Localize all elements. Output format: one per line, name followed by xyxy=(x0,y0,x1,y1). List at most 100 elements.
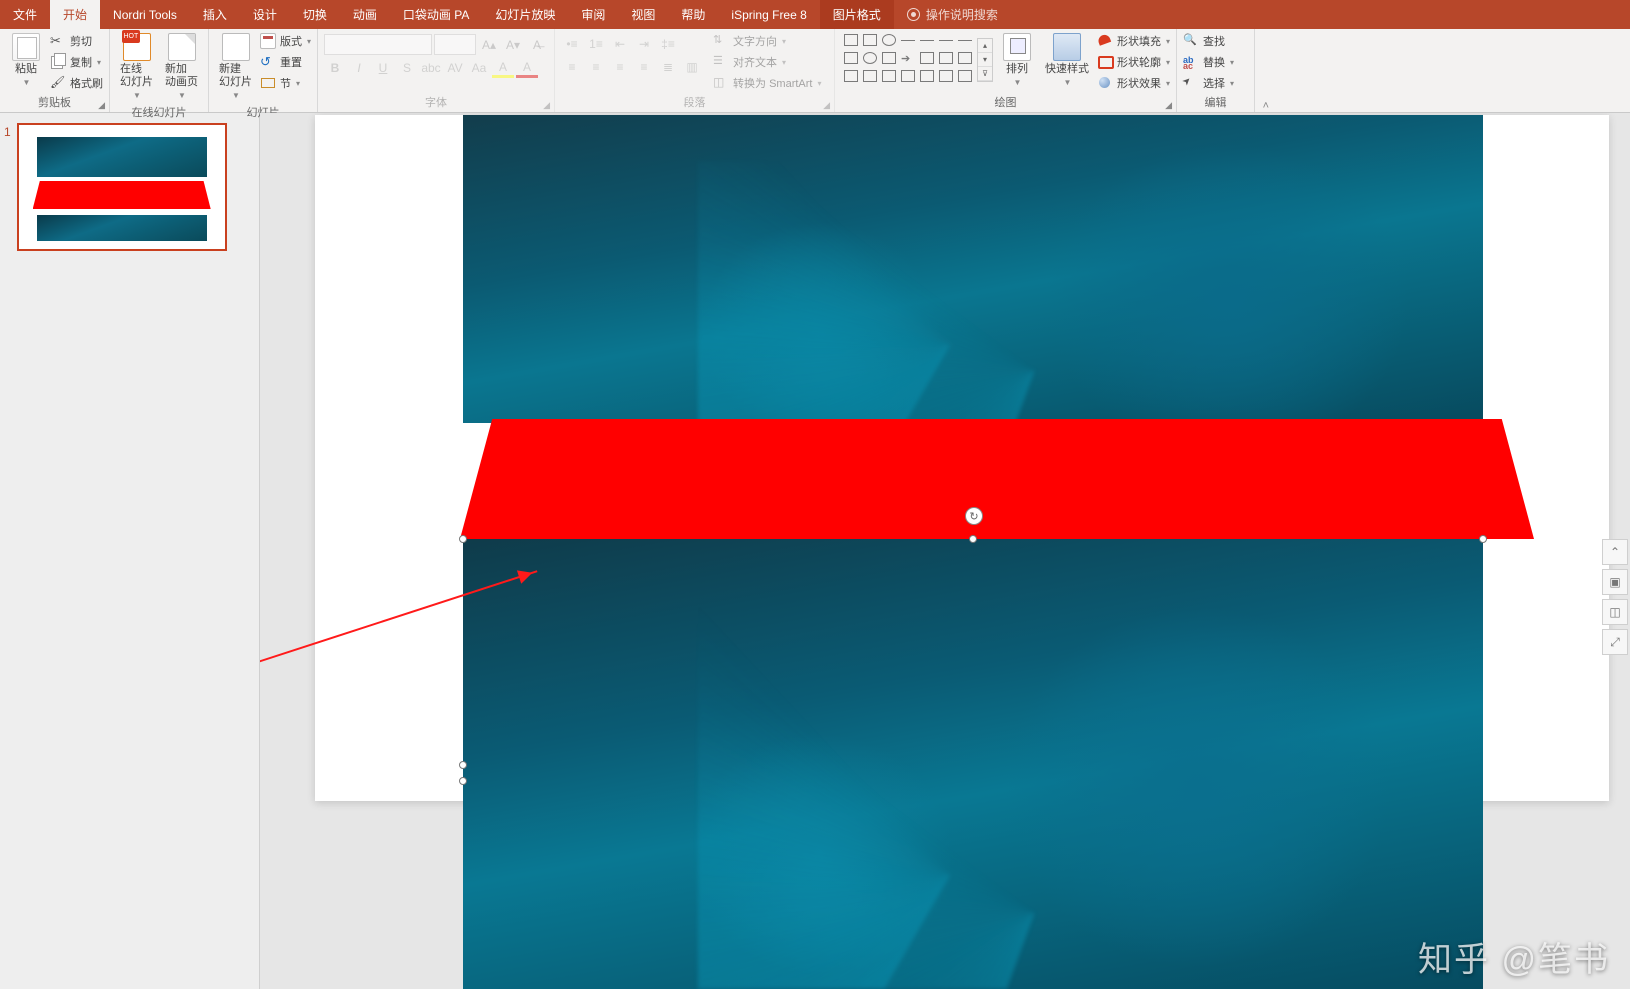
dialog-launcher-icon[interactable]: ◢ xyxy=(543,100,550,111)
slide-thumbnail-1[interactable] xyxy=(17,123,227,251)
arrange-button[interactable]: 排列▼ xyxy=(997,31,1037,91)
layout-button[interactable]: 版式▾ xyxy=(260,31,311,51)
layout-label: 版式 xyxy=(280,33,302,49)
new-comment-button[interactable]: ⤢ xyxy=(1602,629,1628,655)
tab-view[interactable]: 视图 xyxy=(618,0,668,29)
lightbulb-icon xyxy=(907,8,920,21)
group-font: A▴ A▾ A̶ B I U S abc AV Aa A A 字体◢ xyxy=(318,29,555,112)
strikethrough-button[interactable]: S xyxy=(396,58,418,78)
selection-handle-nw[interactable] xyxy=(459,535,467,543)
section-button[interactable]: 节▾ xyxy=(260,73,311,93)
reset-button[interactable]: 重置 xyxy=(260,52,311,72)
dialog-launcher-icon[interactable]: ◢ xyxy=(1165,100,1172,111)
tab-review[interactable]: 审阅 xyxy=(568,0,618,29)
layout-options-button[interactable]: ⌃ xyxy=(1602,539,1628,565)
select-label: 选择 xyxy=(1203,75,1225,91)
font-name-combo[interactable] xyxy=(324,34,432,55)
rotation-handle[interactable]: ↻ xyxy=(965,507,983,525)
dialog-launcher-icon[interactable]: ◢ xyxy=(823,100,830,111)
bold-button[interactable]: B xyxy=(324,58,346,78)
selection-handle-ne[interactable] xyxy=(1479,535,1487,543)
increase-indent-button[interactable]: ⇥ xyxy=(633,34,655,54)
find-button[interactable]: 查找 xyxy=(1183,31,1234,51)
align-left-button[interactable]: ≡ xyxy=(561,57,583,77)
clear-formatting-button[interactable]: A̶ xyxy=(526,34,548,55)
font-size-combo[interactable] xyxy=(434,34,476,55)
tab-design[interactable]: 设计 xyxy=(240,0,290,29)
new-slide-button[interactable]: 新建 幻灯片▼ xyxy=(215,31,256,104)
selection-handle-w[interactable] xyxy=(459,761,467,769)
tab-help[interactable]: 帮助 xyxy=(668,0,718,29)
crop-button[interactable]: ▣ xyxy=(1602,569,1628,595)
shape-outline-button[interactable]: 形状轮廓▾ xyxy=(1097,52,1170,72)
shape-fill-button[interactable]: 形状填充▾ xyxy=(1097,31,1170,51)
text-shadow-button[interactable]: abc xyxy=(420,58,442,78)
chevron-down-icon: ▼ xyxy=(133,89,141,102)
tab-animations[interactable]: 动画 xyxy=(340,0,390,29)
tab-slideshow[interactable]: 幻灯片放映 xyxy=(482,0,568,29)
slide-image-top[interactable] xyxy=(463,115,1483,423)
shapes-gallery-scroll[interactable]: ▴▾⊽ xyxy=(977,38,993,82)
tell-me-search[interactable]: 操作说明搜索 xyxy=(894,0,1011,29)
tab-home[interactable]: 开始 xyxy=(50,0,100,29)
quick-styles-button[interactable]: 快速样式▼ xyxy=(1041,31,1093,91)
cut-button[interactable]: 剪切 xyxy=(50,31,103,51)
tab-insert[interactable]: 插入 xyxy=(190,0,240,29)
numbering-button[interactable]: 1≡ xyxy=(585,34,607,54)
font-color-button[interactable]: A xyxy=(516,58,538,78)
bullets-button[interactable]: •≡ xyxy=(561,34,583,54)
tell-me-placeholder: 操作说明搜索 xyxy=(926,6,998,23)
justify-button[interactable]: ≡ xyxy=(633,57,655,77)
change-case-button[interactable]: Aa xyxy=(468,58,490,78)
brush-icon xyxy=(50,75,66,91)
character-spacing-button[interactable]: AV xyxy=(444,58,466,78)
add-animation-page-button[interactable]: 新加 动画页▼ xyxy=(161,31,202,104)
distribute-button[interactable]: ≣ xyxy=(657,57,679,77)
floating-layout-tools: ⌃ ▣ ◫ ⤢ xyxy=(1602,539,1628,655)
shapes-gallery[interactable] xyxy=(841,31,977,88)
columns-button[interactable]: ▥ xyxy=(681,57,703,77)
tab-ispring[interactable]: iSpring Free 8 xyxy=(718,0,819,29)
ribbon-tab-bar: 文件 开始 Nordri Tools 插入 设计 切换 动画 口袋动画 PA 幻… xyxy=(0,0,1630,29)
online-slides-button[interactable]: 在线 幻灯片▼ xyxy=(116,31,157,104)
increase-font-button[interactable]: A▴ xyxy=(478,34,500,55)
tab-pocket-animation[interactable]: 口袋动画 PA xyxy=(390,0,482,29)
format-painter-button[interactable]: 格式刷 xyxy=(50,73,103,93)
select-button[interactable]: 选择▾ xyxy=(1183,73,1234,93)
align-right-button[interactable]: ≡ xyxy=(609,57,631,77)
reset-icon xyxy=(260,54,276,70)
replace-button[interactable]: 替换▾ xyxy=(1183,52,1234,72)
slide-image-bottom-selected[interactable] xyxy=(463,539,1483,989)
slide-red-trapezoid[interactable] xyxy=(460,419,1534,539)
group-clipboard: 粘贴 ▼ 剪切 复制▾ 格式刷 剪贴板◢ xyxy=(0,29,110,112)
tab-transitions[interactable]: 切换 xyxy=(290,0,340,29)
thumbnail-number: 1 xyxy=(4,125,11,251)
tab-picture-format[interactable]: 图片格式 xyxy=(820,0,894,29)
copy-button[interactable]: 复制▾ xyxy=(50,52,103,72)
convert-smartart-button[interactable]: 转换为 SmartArt▾ xyxy=(713,73,821,93)
design-ideas-button[interactable]: ◫ xyxy=(1602,599,1628,625)
line-spacing-button[interactable]: ‡≡ xyxy=(657,34,679,54)
slide-1[interactable]: ↻ xyxy=(315,115,1609,801)
decrease-indent-button[interactable]: ⇤ xyxy=(609,34,631,54)
tab-nordri-tools[interactable]: Nordri Tools xyxy=(100,0,190,29)
tab-file[interactable]: 文件 xyxy=(0,0,50,29)
font-highlight-button[interactable]: A xyxy=(492,58,514,78)
decrease-font-button[interactable]: A▾ xyxy=(502,34,524,55)
align-text-button[interactable]: 对齐文本▾ xyxy=(713,52,821,72)
dialog-launcher-icon[interactable]: ◢ xyxy=(98,100,105,111)
selection-handle-n[interactable] xyxy=(969,535,977,543)
paste-icon xyxy=(12,33,40,61)
text-direction-button[interactable]: 文字方向▾ xyxy=(713,31,821,51)
selection-handle-sw[interactable] xyxy=(459,777,467,785)
italic-button[interactable]: I xyxy=(348,58,370,78)
align-center-button[interactable]: ≡ xyxy=(585,57,607,77)
thumbnail-trapezoid xyxy=(33,181,211,209)
chevron-down-icon: ▾ xyxy=(97,58,101,67)
slide-thumbnails-panel[interactable]: 1 xyxy=(0,113,260,989)
shape-effects-button[interactable]: 形状效果▾ xyxy=(1097,73,1170,93)
slide-canvas-area[interactable]: ↻ ⌃ ▣ ◫ ⤢ 知乎 @笔书 xyxy=(260,113,1630,989)
underline-button[interactable]: U xyxy=(372,58,394,78)
ribbon-collapse[interactable]: ˄ xyxy=(1255,29,1275,112)
paste-button[interactable]: 粘贴 ▼ xyxy=(6,31,46,91)
